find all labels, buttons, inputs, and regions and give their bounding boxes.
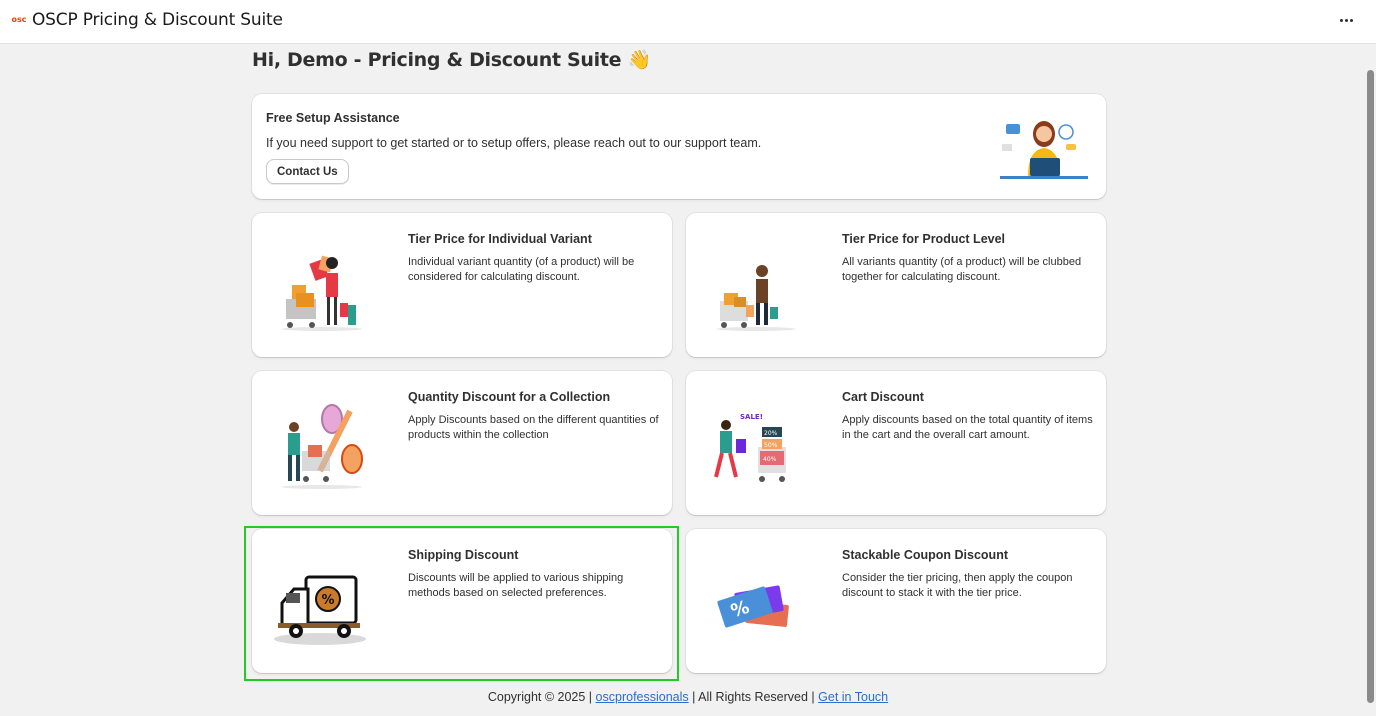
app-title: OSCP Pricing & Discount Suite [32, 10, 283, 30]
percentage-illustration [282, 404, 363, 489]
feature-card-collection-discount[interactable]: Quantity Discount for a Collection Apply… [252, 371, 672, 515]
app-header: osc OSCP Pricing & Discount Suite [0, 0, 1376, 44]
feature-description: Apply discounts based on the total quant… [842, 414, 1093, 441]
svg-text:osc: osc [12, 15, 27, 24]
feature-card-tier-variant[interactable]: Tier Price for Individual Variant Indivi… [252, 213, 672, 357]
coupon-illustration: % [717, 585, 789, 628]
shopping-cart-illustration [716, 265, 796, 331]
feature-card-shipping-discount[interactable]: % Shipping Discount Discounts will be ap… [252, 529, 672, 673]
feature-description: Apply Discounts based on the different q… [408, 414, 659, 441]
get-in-touch-link[interactable]: Get in Touch [818, 690, 888, 704]
svg-text:SALE!: SALE! [740, 413, 763, 421]
copyright-text: Copyright © 2025 | [487, 690, 593, 704]
feature-title: Shipping Discount [408, 548, 519, 562]
scrollbar[interactable] [1367, 70, 1374, 703]
discount-truck-illustration: % [274, 575, 366, 645]
feature-description: Consider the tier pricing, then apply th… [842, 572, 1073, 599]
company-link[interactable]: oscprofessionals [596, 690, 689, 704]
rights-text: | All Rights Reserved | [692, 690, 815, 704]
feature-title: Tier Price for Individual Variant [408, 232, 592, 246]
shopping-illustration [282, 255, 362, 331]
sale-cart-illustration: SALE! 20% 50% 40% [714, 413, 786, 482]
feature-title: Quantity Discount for a Collection [408, 390, 611, 404]
setup-title: Free Setup Assistance [266, 111, 400, 125]
support-agent-illustration [1000, 121, 1088, 179]
osc-logo-icon: osc [10, 12, 28, 26]
feature-title: Tier Price for Product Level [842, 232, 1006, 246]
feature-description: Individual variant quantity (of a produc… [408, 256, 635, 283]
feature-title: Cart Discount [842, 390, 924, 404]
setup-description: If you need support to get started or to… [266, 136, 762, 150]
feature-card-stackable-coupon[interactable]: % Stackable Coupon Discount Consider the… [686, 529, 1106, 673]
more-options-icon[interactable] [1336, 12, 1356, 28]
feature-description: All variants quantity (of a product) wil… [842, 256, 1082, 283]
svg-text:%: % [321, 593, 334, 608]
svg-text:20%: 20% [764, 430, 778, 437]
contact-us-button[interactable]: Contact Us [266, 159, 349, 184]
svg-text:40%: 40% [763, 456, 777, 463]
feature-description: Discounts will be applied to various shi… [408, 572, 624, 599]
page-greeting: Hi, Demo - Pricing & Discount Suite 👋 [252, 49, 651, 71]
feature-card-tier-product[interactable]: Tier Price for Product Level All variant… [686, 213, 1106, 357]
feature-title: Stackable Coupon Discount [842, 548, 1008, 562]
setup-assistance-card: Free Setup Assistance If you need suppor… [252, 94, 1106, 199]
feature-card-cart-discount[interactable]: SALE! 20% 50% 40% Cart Discount Apply di… [686, 371, 1106, 515]
svg-text:50%: 50% [764, 442, 778, 449]
footer: Copyright © 2025 | oscprofessionals | Al… [0, 690, 1376, 704]
